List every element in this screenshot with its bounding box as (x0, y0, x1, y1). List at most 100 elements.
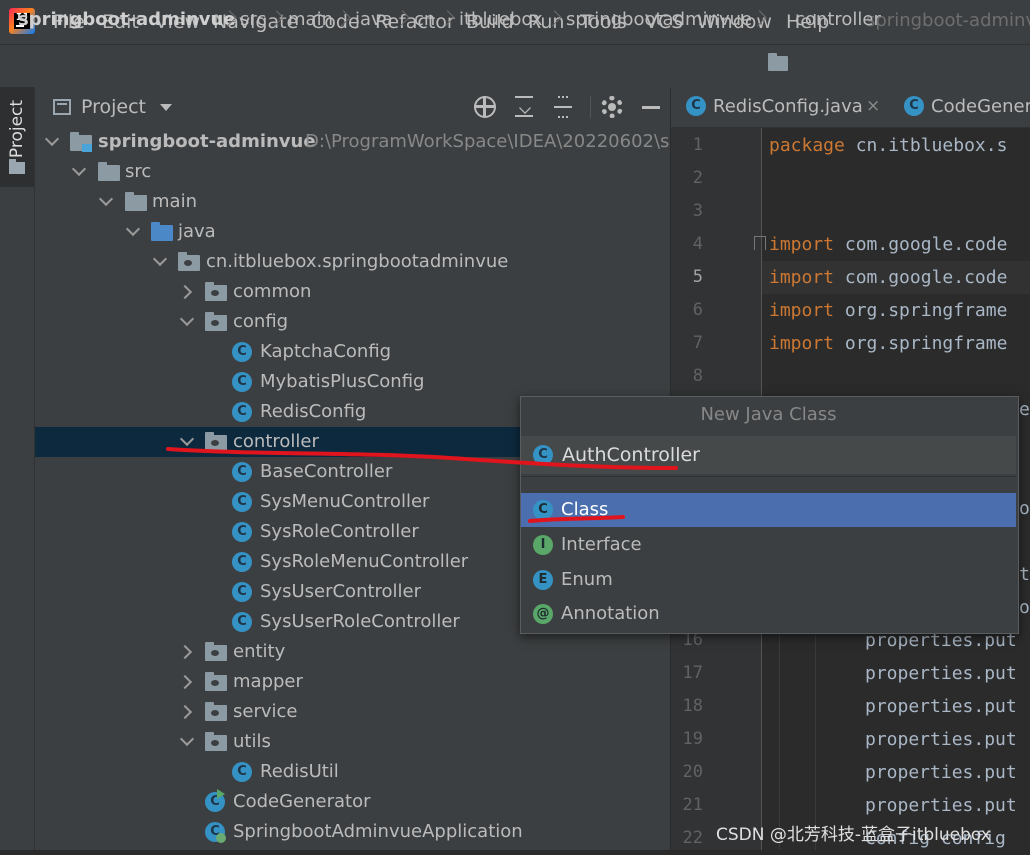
code-line[interactable]: properties.put (865, 789, 1017, 822)
tree-row[interactable]: C SpringbootAdminvueApplication (35, 817, 670, 847)
tree-row[interactable]: utils (35, 727, 670, 757)
tree-row[interactable]: service (35, 697, 670, 727)
tree-row[interactable]: C CodeGenerator (35, 787, 670, 817)
chevron-right-icon (752, 8, 762, 32)
tree-label: utils (233, 731, 271, 752)
folder-icon (9, 159, 25, 174)
tree-row[interactable]: config (35, 307, 670, 337)
window-title: springboot-adminv (866, 10, 1030, 31)
breadcrumb-item[interactable]: src (240, 8, 266, 32)
line-number: 19 (682, 729, 703, 749)
tree-row[interactable]: C KaptchaConfig (35, 337, 670, 367)
kind-option-interface[interactable]: Interface (521, 528, 1016, 562)
tree-label: SysRoleMenuController (260, 551, 469, 572)
chevron-right-icon[interactable] (180, 675, 194, 689)
class-icon: C (232, 372, 252, 392)
chevron-down-icon[interactable] (45, 134, 59, 148)
code-fragment: o (1019, 498, 1030, 519)
gear-icon[interactable] (601, 96, 623, 118)
tree-row[interactable]: cn.itbluebox.springbootadminvue (35, 247, 670, 277)
chevron-right-icon[interactable] (180, 705, 194, 719)
breadcrumb-item[interactable]: cn (414, 8, 435, 32)
code-line[interactable]: import com.google.code (769, 261, 1007, 294)
tree-row[interactable]: main (35, 187, 670, 217)
tree-label: MybatisPlusConfig (260, 371, 425, 392)
tree-row[interactable]: java (35, 217, 670, 247)
class-name-value[interactable]: AuthController (562, 437, 700, 473)
kind-option-annotation[interactable]: Annotation (521, 597, 1016, 631)
tree-row[interactable]: springboot-adminvue D:\ProgramWorkSpace\… (35, 127, 681, 157)
breadcrumb-item[interactable]: itbluebox (459, 8, 543, 32)
code-line[interactable]: properties.put (865, 756, 1017, 789)
code-line[interactable]: properties.put (865, 690, 1017, 723)
tree-row[interactable]: C RedisUtil (35, 757, 670, 787)
class-icon: C (232, 462, 252, 482)
expand-all-icon[interactable] (513, 96, 535, 118)
breadcrumb-item[interactable]: springboot-adminvue (18, 8, 236, 32)
tree-label: SysRoleController (260, 521, 419, 542)
option-label: Annotation (561, 603, 660, 624)
interface-icon: I (533, 535, 553, 555)
code-line[interactable]: import com.google.code (769, 228, 1007, 261)
runnable-class-icon: C (205, 789, 225, 812)
line-number: 18 (682, 696, 703, 716)
chevron-down-icon[interactable] (153, 254, 167, 268)
class-icon: C (232, 522, 252, 542)
chevron-right-icon[interactable] (180, 645, 194, 659)
line-number: 8 (692, 366, 703, 386)
project-panel-title[interactable]: Project (81, 96, 146, 118)
code-line[interactable]: import org.springframe (769, 327, 1007, 360)
line-number: 1 (692, 135, 703, 155)
breadcrumb-item[interactable]: controller (795, 8, 881, 32)
tree-row[interactable]: mapper (35, 667, 670, 697)
tree-label: main (152, 191, 197, 212)
chevron-down-icon[interactable] (99, 194, 113, 208)
code-text: org.springframe (834, 300, 1008, 321)
tree-label: BaseController (260, 461, 393, 482)
collapse-all-icon[interactable] (552, 96, 574, 118)
code-line[interactable]: import org.springframe (769, 294, 1007, 327)
tree-row[interactable]: common (35, 277, 670, 307)
close-icon[interactable]: × (866, 96, 880, 116)
tab-redisconfig[interactable]: RedisConfig.java (713, 87, 863, 127)
tree-label: entity (233, 641, 286, 662)
dropdown-caret-icon[interactable] (160, 104, 172, 111)
chevron-down-icon[interactable] (72, 164, 86, 178)
enum-icon: E (533, 570, 553, 590)
tab-codegenerator[interactable]: CodeGenera (931, 87, 1030, 127)
chevron-right-icon (395, 8, 405, 32)
kind-option-class[interactable]: Class (521, 493, 1016, 527)
code-fragment: e (1019, 399, 1030, 420)
code-line[interactable]: properties.put (865, 723, 1017, 756)
chevron-down-icon[interactable] (126, 224, 140, 238)
package-icon (178, 252, 200, 271)
tree-row[interactable]: src (35, 157, 670, 187)
tree-label: CodeGenerator (233, 791, 371, 812)
kind-option-enum[interactable]: Enum (521, 563, 1016, 597)
code-line[interactable]: properties.put (865, 657, 1017, 690)
fold-marker-icon[interactable] (754, 236, 766, 250)
tree-row[interactable]: C MybatisPlusConfig (35, 367, 670, 397)
tree-label: controller (233, 431, 319, 452)
hide-panel-icon[interactable] (640, 96, 662, 118)
tree-label: RedisUtil (260, 761, 339, 782)
chevron-down-icon[interactable] (180, 734, 194, 748)
class-icon: C (232, 762, 252, 782)
breadcrumb-item[interactable]: springbootadminvue (566, 8, 752, 32)
line-number: 20 (682, 762, 703, 782)
locate-file-icon[interactable] (474, 96, 496, 118)
code-fragment: t (1019, 564, 1030, 585)
chevron-down-icon[interactable] (180, 314, 194, 328)
folder-icon (125, 192, 147, 211)
code-text: com.google.code (834, 267, 1008, 288)
popup-separator (521, 476, 1016, 493)
code-line[interactable]: package cn.itbluebox.s (769, 129, 1007, 162)
tree-row[interactable]: entity (35, 637, 670, 667)
chevron-down-icon[interactable] (180, 434, 194, 448)
chevron-right-icon[interactable] (180, 285, 194, 299)
breadcrumb-item[interactable]: main (288, 8, 333, 32)
package-icon (205, 312, 227, 331)
class-icon: C (232, 612, 252, 632)
breadcrumb-item[interactable]: java (355, 8, 393, 32)
line-number: 22 (682, 828, 703, 848)
